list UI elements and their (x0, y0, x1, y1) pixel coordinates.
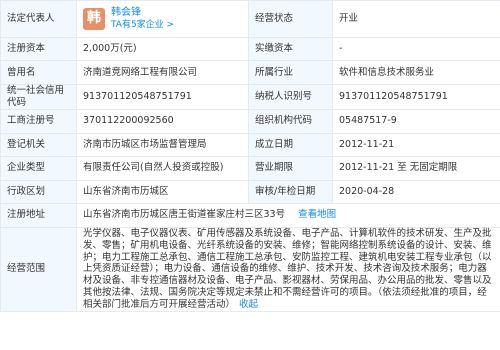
row-address: 注册地址 山东省济南市历城区唐王街道崔家庄村三区33号 查看地图 (0, 202, 500, 228)
value-business-term: 2012-11-21 至 无固定期限 (332, 155, 500, 181)
label-industry: 所属行业 (248, 60, 333, 85)
label-registered-capital: 注册资本 (0, 37, 77, 61)
label-taxpayer-id: 纳税人识别号 (248, 84, 333, 110)
value-paid-capital: - (332, 37, 500, 61)
label-reg-number: 工商注册号 (0, 108, 77, 134)
value-org-code: 05487517-9 (332, 108, 500, 134)
value-established-date: 2012-11-21 (332, 132, 500, 157)
label-legal-rep: 法定代表人 (0, 0, 77, 38)
label-company-type: 企业类型 (0, 155, 77, 181)
row-region: 行政区划 山东省济南市历城区 审核/年检日期 2020-04-28 (0, 179, 500, 204)
label-paid-capital: 实缴资本 (248, 37, 333, 61)
row-former-name: 曾用名 济南道竞网络工程有限公司 所属行业 软件和信息技术服务业 (0, 60, 500, 85)
row-capital: 注册资本 2,000万(元) 实缴资本 - (0, 37, 500, 61)
label-region: 行政区划 (0, 179, 77, 204)
value-business-scope: 光学仪器、电子仪器仪表、矿用传感器及系统设备、电子产品、计算机软件的技术研发、生… (83, 227, 492, 310)
row-company-type: 企业类型 有限责任公司(自然人投资或控股) 营业期限 2012-11-21 至 … (0, 155, 500, 181)
label-operating-status: 经营状态 (248, 0, 333, 38)
view-map-link[interactable]: 查看地图 (298, 209, 336, 220)
value-operating-status: 开业 (332, 0, 500, 38)
collapse-link[interactable]: 收起 (239, 299, 258, 310)
row-legal-rep: 法定代表人 韩 韩会锋 TA有5家企业 > 经营状态 开业 (0, 0, 500, 38)
label-address: 注册地址 (0, 202, 77, 228)
value-former-name: 济南道竞网络工程有限公司 (76, 60, 249, 85)
value-industry: 软件和信息技术服务业 (332, 60, 500, 85)
value-address: 山东省济南市历城区唐王街道崔家庄村三区33号 (83, 209, 286, 221)
address-cell: 山东省济南市历城区唐王街道崔家庄村三区33号 查看地图 (76, 202, 500, 228)
row-credit-code: 统一社会信用代码 913701120548751791 纳税人识别号 91370… (0, 84, 500, 110)
label-business-term: 营业期限 (248, 155, 333, 181)
label-review-date: 审核/年检日期 (248, 179, 333, 204)
value-region: 山东省济南市历城区 (76, 179, 249, 204)
value-reg-number: 370112200092560 (76, 108, 249, 134)
label-former-name: 曾用名 (0, 60, 77, 85)
label-credit-code: 统一社会信用代码 (0, 84, 77, 110)
value-registered-capital: 2,000万(元) (76, 37, 249, 61)
legal-rep-companies-link[interactable]: TA有5家企业 > (111, 20, 174, 31)
row-business-scope: 经营范围 光学仪器、电子仪器仪表、矿用传感器及系统设备、电子产品、计算机软件的技… (0, 226, 500, 312)
row-authority: 登记机关 济南市历城区市场监督管理局 成立日期 2012-11-21 (0, 132, 500, 157)
value-company-type: 有限责任公司(自然人投资或控股) (76, 155, 249, 181)
value-taxpayer-id: 913701120548751791 (332, 84, 500, 110)
legal-rep-cell: 韩 韩会锋 TA有5家企业 > (76, 0, 249, 38)
label-org-code: 组织机构代码 (248, 108, 333, 134)
label-business-scope: 经营范围 (0, 226, 77, 312)
legal-rep-avatar[interactable]: 韩 (83, 8, 105, 30)
row-reg-number: 工商注册号 370112200092560 组织机构代码 05487517-9 (0, 108, 500, 134)
value-credit-code: 913701120548751791 (76, 84, 249, 110)
legal-rep-name-link[interactable]: 韩会锋 (111, 7, 174, 20)
label-established-date: 成立日期 (248, 132, 333, 157)
value-authority: 济南市历城区市场监督管理局 (76, 132, 249, 157)
business-scope-cell: 光学仪器、电子仪器仪表、矿用传感器及系统设备、电子产品、计算机软件的技术研发、生… (76, 226, 500, 312)
company-info-table: 法定代表人 韩 韩会锋 TA有5家企业 > 经营状态 开业 注册资本 2,000… (0, 0, 500, 312)
value-review-date: 2020-04-28 (332, 179, 500, 204)
label-authority: 登记机关 (0, 132, 77, 157)
